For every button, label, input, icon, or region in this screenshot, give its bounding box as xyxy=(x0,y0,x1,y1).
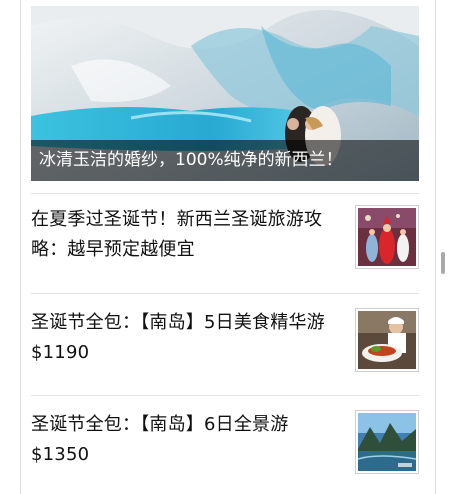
article-title[interactable]: 在夏季过圣诞节！新西兰圣诞旅游攻略：越早预定越便宜 xyxy=(31,205,349,265)
article-item[interactable]: 圣诞节全包：【南岛】6日全景游 $1350 xyxy=(31,410,419,476)
divider xyxy=(31,395,419,396)
article-thumbnail[interactable] xyxy=(355,205,419,269)
christmas-performers-image xyxy=(358,208,416,266)
article-title[interactable]: 圣诞节全包：【南岛】6日全景游 $1350 xyxy=(31,410,349,470)
article-item[interactable]: 圣诞节全包：【南岛】5日美食精华游 $1190 xyxy=(31,308,419,374)
chef-food-image xyxy=(358,311,416,369)
fjord-landscape-image xyxy=(358,413,416,471)
hero-caption: 冰清玉洁的婚纱，100%纯净的新西兰！ xyxy=(31,140,419,181)
divider xyxy=(31,293,419,294)
article-title[interactable]: 圣诞节全包：【南岛】5日美食精华游 $1190 xyxy=(31,308,349,368)
article-thumbnail[interactable] xyxy=(355,308,419,372)
hero-banner[interactable]: 冰清玉洁的婚纱，100%纯净的新西兰！ xyxy=(31,6,419,181)
scrollbar-thumb[interactable] xyxy=(441,252,445,274)
article-thumbnail[interactable] xyxy=(355,410,419,474)
divider xyxy=(31,193,419,194)
article-item[interactable]: 在夏季过圣诞节！新西兰圣诞旅游攻略：越早预定越便宜 xyxy=(31,205,419,271)
